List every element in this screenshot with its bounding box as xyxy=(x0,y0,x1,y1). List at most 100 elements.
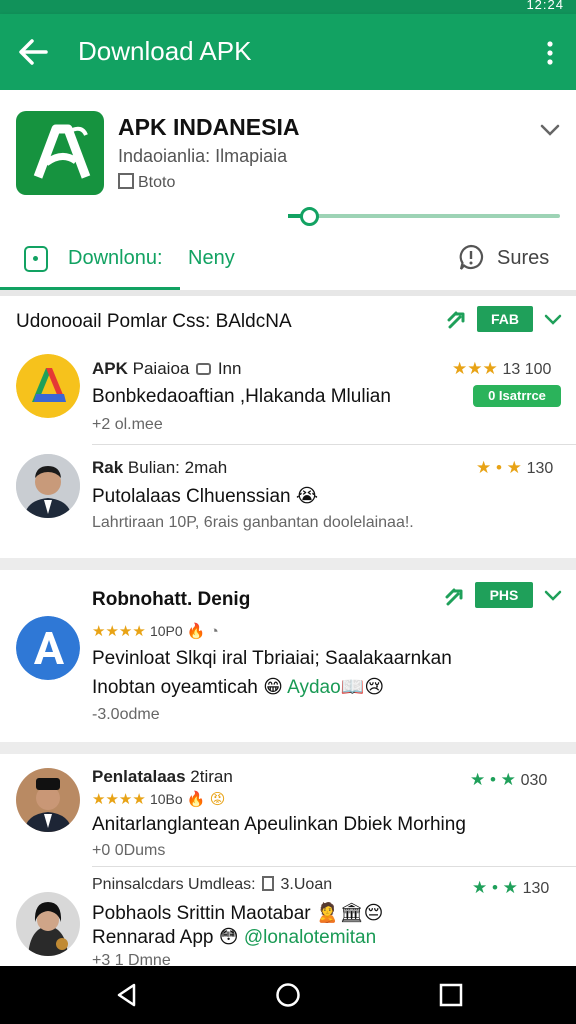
item-link[interactable]: Aydao xyxy=(287,677,341,698)
rating-value: 030 xyxy=(520,772,548,789)
section-divider xyxy=(0,742,576,754)
star-icon: ★★★ xyxy=(452,359,498,378)
download-tab-icon[interactable] xyxy=(24,246,48,272)
blue-a-logo-icon xyxy=(16,616,80,680)
item-meta: -3.0odme xyxy=(92,706,160,723)
share-icon[interactable] xyxy=(447,308,471,330)
chevron-down-icon[interactable] xyxy=(538,120,562,140)
item-line: Bonbkedaoaftian ,Hlakanda Mlulian xyxy=(92,386,391,407)
tab-new[interactable]: Neny xyxy=(188,247,235,270)
rating-stars-right: ★ • ★ 030 xyxy=(470,770,547,790)
item-title: Pninsalcdars Umdleas: 3.Uoan xyxy=(92,876,332,894)
status-clock: 12:24 xyxy=(526,0,564,12)
item-line: Pevinloat Slkqi iral Tbriaiai; Saalakaar… xyxy=(92,648,452,669)
app-meta-label: Btoto xyxy=(138,174,176,191)
rating-value: 10P0 xyxy=(149,623,183,639)
item-line: Anitarlanglantean Apeulinkan Dbiek Morhi… xyxy=(92,814,466,835)
rating-value: 130 xyxy=(526,460,554,477)
person-avatar-icon xyxy=(16,892,80,956)
item-line: Pobhaols Srittin Maotabar 🙎🏛😔 xyxy=(92,903,384,924)
item-title-bold: Rak xyxy=(92,458,124,477)
fire-icon: 🔥 xyxy=(186,791,206,808)
page-title: Download APK xyxy=(78,36,252,66)
item-title-after: 3.Uoan xyxy=(280,876,333,893)
comment-icon[interactable] xyxy=(458,244,484,272)
chevron-down-icon[interactable] xyxy=(543,312,563,328)
globe-icon: ◔ xyxy=(209,623,219,640)
back-nav-icon[interactable] xyxy=(114,982,140,1008)
person-avatar-icon xyxy=(16,454,80,518)
overflow-menu-icon[interactable] xyxy=(540,40,560,66)
item-title-bold: APK xyxy=(92,359,128,378)
list-item[interactable]: Rak Bulian: 2mah Putolalaas Clhuenssian … xyxy=(0,450,576,546)
app-logo-icon xyxy=(33,124,91,179)
item-link[interactable]: @lonalotemitan xyxy=(244,927,376,948)
item-title-text: Pninsalcdars Umdleas: xyxy=(92,876,256,893)
app-bar: Download APK xyxy=(0,14,576,90)
star-icon: ★ • ★ xyxy=(476,458,522,477)
system-nav-bar xyxy=(0,966,576,1024)
rating-stars: ★ • ★ 130 xyxy=(476,458,553,478)
item-title: Rak Bulian: 2mah xyxy=(92,458,227,478)
bookmark-icon xyxy=(118,173,134,189)
item-line-2: Rennarad App 😳 @lonalotemitan xyxy=(92,926,376,949)
star-icon: ★★★★ xyxy=(92,791,146,808)
item-title: Penlatalaas 2tiran xyxy=(92,767,233,787)
item-line-2-text: Rennarad App 😳 xyxy=(92,927,239,948)
tab-download[interactable]: Downlonu: xyxy=(68,247,163,270)
avatar xyxy=(16,616,80,680)
section-pill-button[interactable]: FAB xyxy=(477,306,533,332)
rating-stars: ★★★★ 10P0 🔥 ◔ xyxy=(92,622,219,640)
rating-stars-right: ★ • ★ 130 xyxy=(472,878,549,898)
avatar xyxy=(16,768,80,832)
item-meta: +2 ol.mee xyxy=(92,416,163,433)
fire-icon: 🔥 xyxy=(186,623,206,640)
status-badge[interactable]: 0 Isatrrce xyxy=(473,385,561,407)
list-item[interactable]: ★★★★ 10P0 🔥 ◔ Pevinloat Slkqi iral Tbria… xyxy=(0,614,576,734)
item-meta: +0 0Dums xyxy=(92,842,166,859)
star-icon: ★ • ★ xyxy=(470,770,516,789)
share-icon[interactable] xyxy=(445,585,469,607)
chevron-down-icon[interactable] xyxy=(543,588,563,604)
avatar xyxy=(16,454,80,518)
emoji-icon: 😡 xyxy=(209,791,226,808)
list-item[interactable]: APK Paiaioa Inn Bonbkedaoaftian ,Hlakand… xyxy=(0,350,576,442)
list-item[interactable]: Pninsalcdars Umdleas: 3.Uoan Pobhaols Sr… xyxy=(0,870,576,969)
section-more: Penlatalaas 2tiran ★★★★ 10Bo 🔥 😡 Anitarl… xyxy=(0,754,576,969)
section-title: Udonooail Pomlar Css: BAldcNA xyxy=(16,311,292,332)
item-meta: Lahrtiraan 10P, 6rais ganbantan doolelai… xyxy=(92,514,414,531)
status-bar: 12:24 xyxy=(0,0,576,14)
item-title: APK Paiaioa Inn xyxy=(92,359,241,379)
item-title-bold: Penlatalaas xyxy=(92,767,186,786)
divider xyxy=(92,444,576,445)
rating-stars: ★★★★ 10Bo 🔥 😡 xyxy=(92,790,225,808)
tab-bar: Downlonu: Neny Sures xyxy=(0,232,576,290)
item-title-rest: Bulian: 2mah xyxy=(127,458,228,477)
avatar xyxy=(16,892,80,956)
rating-value: 130 xyxy=(522,880,550,897)
item-title-rest: 2tiran xyxy=(190,767,233,786)
section-pill-button[interactable]: PHS xyxy=(475,582,533,608)
section-recommended: Robnohatt. Denig PHS ★★★★ 10P0 🔥 ◔ Pevin… xyxy=(0,570,576,742)
lock-icon xyxy=(196,363,212,375)
item-line-2: Inobtan oyeamticah 😁 Aydao📖😢 xyxy=(92,675,384,699)
list-item[interactable]: Penlatalaas 2tiran ★★★★ 10Bo 🔥 😡 Anitarl… xyxy=(0,760,576,870)
app-subtitle: Indaoianlia: Ilmapiaia xyxy=(118,146,288,166)
home-nav-icon[interactable] xyxy=(275,982,301,1008)
recents-nav-icon[interactable] xyxy=(438,982,464,1008)
back-arrow-icon[interactable] xyxy=(18,38,48,66)
star-icon: ★★★★ xyxy=(92,623,146,640)
slider-thumb[interactable] xyxy=(300,207,319,226)
star-icon: ★ • ★ xyxy=(472,878,518,897)
divider xyxy=(92,866,576,867)
slider-track xyxy=(288,214,560,218)
item-line: Putolalaas Clhuenssian 😭 xyxy=(92,486,319,507)
progress-slider[interactable] xyxy=(288,206,560,226)
rating-value: 10Bo xyxy=(149,791,183,807)
tab-sures[interactable]: Sures xyxy=(497,247,549,270)
item-line-2-text: Inobtan oyeamticah 😁 xyxy=(92,677,283,698)
rating-value: 13 100 xyxy=(502,361,552,378)
section-divider xyxy=(0,558,576,570)
app-logo xyxy=(16,111,104,195)
document-icon xyxy=(262,876,275,891)
